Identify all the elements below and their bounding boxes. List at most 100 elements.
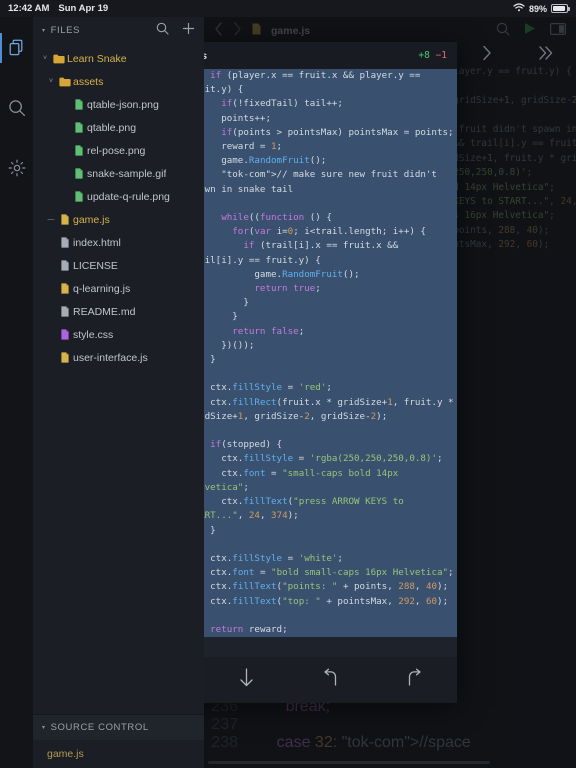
diff-navigation bbox=[457, 42, 576, 69]
tree-item-label: Learn Snake bbox=[67, 53, 127, 65]
diff-line-code: ctx.fillStyle = 'rgba(250,250,250,0.8)'; bbox=[180, 452, 457, 466]
source-control-header[interactable]: ▾ SOURCE CONTROL bbox=[33, 714, 204, 740]
undo-button[interactable] bbox=[289, 669, 373, 692]
diff-line-code: })()); bbox=[180, 339, 457, 353]
file-green-icon bbox=[71, 122, 87, 133]
chevrons-right-icon bbox=[538, 45, 554, 66]
skip-all-diffs-button[interactable] bbox=[517, 45, 576, 66]
app-screen: 12:42 AM Sun Apr 19 89% game.js bbox=[0, 0, 576, 768]
tree-item[interactable]: user-interface.js bbox=[33, 346, 204, 369]
files-panel-header[interactable]: ▾ FILES bbox=[33, 17, 204, 43]
diff-line-code: return false; bbox=[180, 325, 457, 339]
redo-button[interactable] bbox=[373, 669, 457, 692]
tree-item[interactable]: —game.js bbox=[33, 208, 204, 231]
tree-item-label: qtable-json.png bbox=[87, 99, 159, 111]
file-green-icon bbox=[71, 191, 87, 202]
diff-line-code bbox=[180, 424, 457, 438]
source-control-list: game.js bbox=[33, 740, 204, 768]
file-yellow-icon bbox=[57, 352, 73, 363]
diff-line-code: ctx.fillText("top: " + pointsMax, 292, 6… bbox=[180, 595, 457, 609]
sidebar-item-settings[interactable] bbox=[0, 151, 33, 185]
tree-item[interactable]: q-learning.js bbox=[33, 277, 204, 300]
diff-line-code: if(!fixedTail) tail++; bbox=[180, 97, 457, 111]
diff-line-code: ctx.fillText("press ARROW KEYS to START.… bbox=[180, 495, 457, 523]
arrow-down-icon bbox=[239, 668, 254, 692]
tree-item[interactable]: style.css bbox=[33, 323, 204, 346]
file-grey-icon bbox=[57, 260, 73, 271]
tree-item-label: qtable.png bbox=[87, 122, 136, 134]
diff-line-code: ctx.fillText("points: " + points, 288, 4… bbox=[180, 580, 457, 594]
diff-line-code bbox=[180, 609, 457, 623]
twisty-icon[interactable]: — bbox=[45, 216, 57, 223]
diff-line-code: for(var i=0; i<trail.length; i++) { bbox=[180, 225, 457, 239]
diff-line-code: if(stopped) { bbox=[180, 438, 457, 452]
diff-line-code bbox=[180, 367, 457, 381]
file-grey-icon bbox=[57, 237, 73, 248]
tree-item-label: LICENSE bbox=[73, 260, 118, 272]
tree-item[interactable]: index.html bbox=[33, 231, 204, 254]
tree-item-label: rel-pose.png bbox=[87, 145, 145, 157]
diff-line-code bbox=[180, 538, 457, 552]
diff-line-code: ctx.fillStyle = 'red'; bbox=[180, 381, 457, 395]
files-panel-title: FILES bbox=[51, 25, 80, 36]
diff-deletions: −1 bbox=[436, 50, 447, 61]
diff-line-code: } bbox=[180, 637, 457, 651]
tree-item[interactable]: README.md bbox=[33, 300, 204, 323]
tree-item[interactable]: qtable.png bbox=[33, 116, 204, 139]
next-change-button[interactable] bbox=[204, 668, 288, 692]
diff-line-code: if (player.x == fruit.x && player.y == f… bbox=[180, 69, 457, 97]
chevron-down-icon: ▾ bbox=[42, 724, 46, 731]
plus-icon[interactable] bbox=[182, 22, 195, 38]
folder-icon bbox=[57, 77, 73, 87]
battery-percent: 89% bbox=[529, 4, 547, 14]
file-tree[interactable]: ˅ Learn Snake ˅ assets qtable-json.png qtable… bbox=[33, 43, 204, 714]
diff-line-code: if (trail[i].x == fruit.x && trail[i].y … bbox=[180, 239, 457, 267]
tree-item[interactable]: qtable-json.png bbox=[33, 93, 204, 116]
tree-item[interactable]: ˅ assets bbox=[33, 70, 204, 93]
search-icon[interactable] bbox=[156, 22, 169, 38]
file-green-icon bbox=[71, 145, 87, 156]
date: Sun Apr 19 bbox=[58, 3, 108, 14]
diff-line-code: } bbox=[180, 651, 457, 657]
tree-item-label: snake-sample.gif bbox=[87, 168, 166, 180]
diff-line-code: } bbox=[180, 524, 457, 538]
tree-item-label: assets bbox=[73, 76, 103, 88]
search-icon bbox=[8, 99, 26, 117]
file-yellow-icon bbox=[57, 283, 73, 294]
file-green-icon bbox=[71, 168, 87, 179]
tree-item-label: style.css bbox=[73, 329, 113, 341]
redo-icon bbox=[406, 669, 423, 692]
diff-line-code: ctx.font = "small-caps bold 14px Helveti… bbox=[180, 467, 457, 495]
tree-item[interactable]: rel-pose.png bbox=[33, 139, 204, 162]
tree-item[interactable]: ˅ Learn Snake bbox=[33, 47, 204, 70]
tree-item-label: README.md bbox=[73, 306, 135, 318]
twisty-icon[interactable]: ˅ bbox=[39, 55, 51, 62]
diff-line-code: } bbox=[180, 310, 457, 324]
diff-line-code: return reward; bbox=[180, 623, 457, 637]
sidebar-item-search[interactable] bbox=[0, 91, 33, 125]
wifi-icon bbox=[513, 3, 525, 14]
status-bar-right: 89% bbox=[513, 3, 568, 14]
diff-additions: +8 bbox=[418, 50, 429, 61]
status-bar-left: 12:42 AM Sun Apr 19 bbox=[8, 3, 108, 14]
undo-icon bbox=[322, 669, 339, 692]
tree-item[interactable]: update-q-rule.png bbox=[33, 185, 204, 208]
diff-line-code: points++; bbox=[180, 112, 457, 126]
diff-line-code: while((function () { bbox=[180, 211, 457, 225]
list-item[interactable]: game.js bbox=[47, 748, 204, 768]
diff-line-code: reward = 1; bbox=[180, 140, 457, 154]
gear-icon bbox=[8, 159, 26, 177]
tree-item[interactable]: LICENSE bbox=[33, 254, 204, 277]
tree-item[interactable]: snake-sample.gif bbox=[33, 162, 204, 185]
tree-item-label: q-learning.js bbox=[73, 283, 130, 295]
next-diff-button[interactable] bbox=[457, 45, 517, 66]
twisty-icon[interactable]: ˅ bbox=[45, 78, 57, 85]
sidebar-item-files[interactable] bbox=[0, 31, 33, 65]
diff-line-code: ctx.font = "bold small-caps 16px Helveti… bbox=[180, 566, 457, 580]
diff-line-code bbox=[180, 197, 457, 211]
diff-line-code: if(points > pointsMax) pointsMax = point… bbox=[180, 126, 457, 140]
tree-item-label: user-interface.js bbox=[73, 352, 148, 364]
diff-line-code: return true; bbox=[180, 282, 457, 296]
chevron-down-icon: ▾ bbox=[42, 27, 46, 34]
diff-line-code: } bbox=[180, 296, 457, 310]
